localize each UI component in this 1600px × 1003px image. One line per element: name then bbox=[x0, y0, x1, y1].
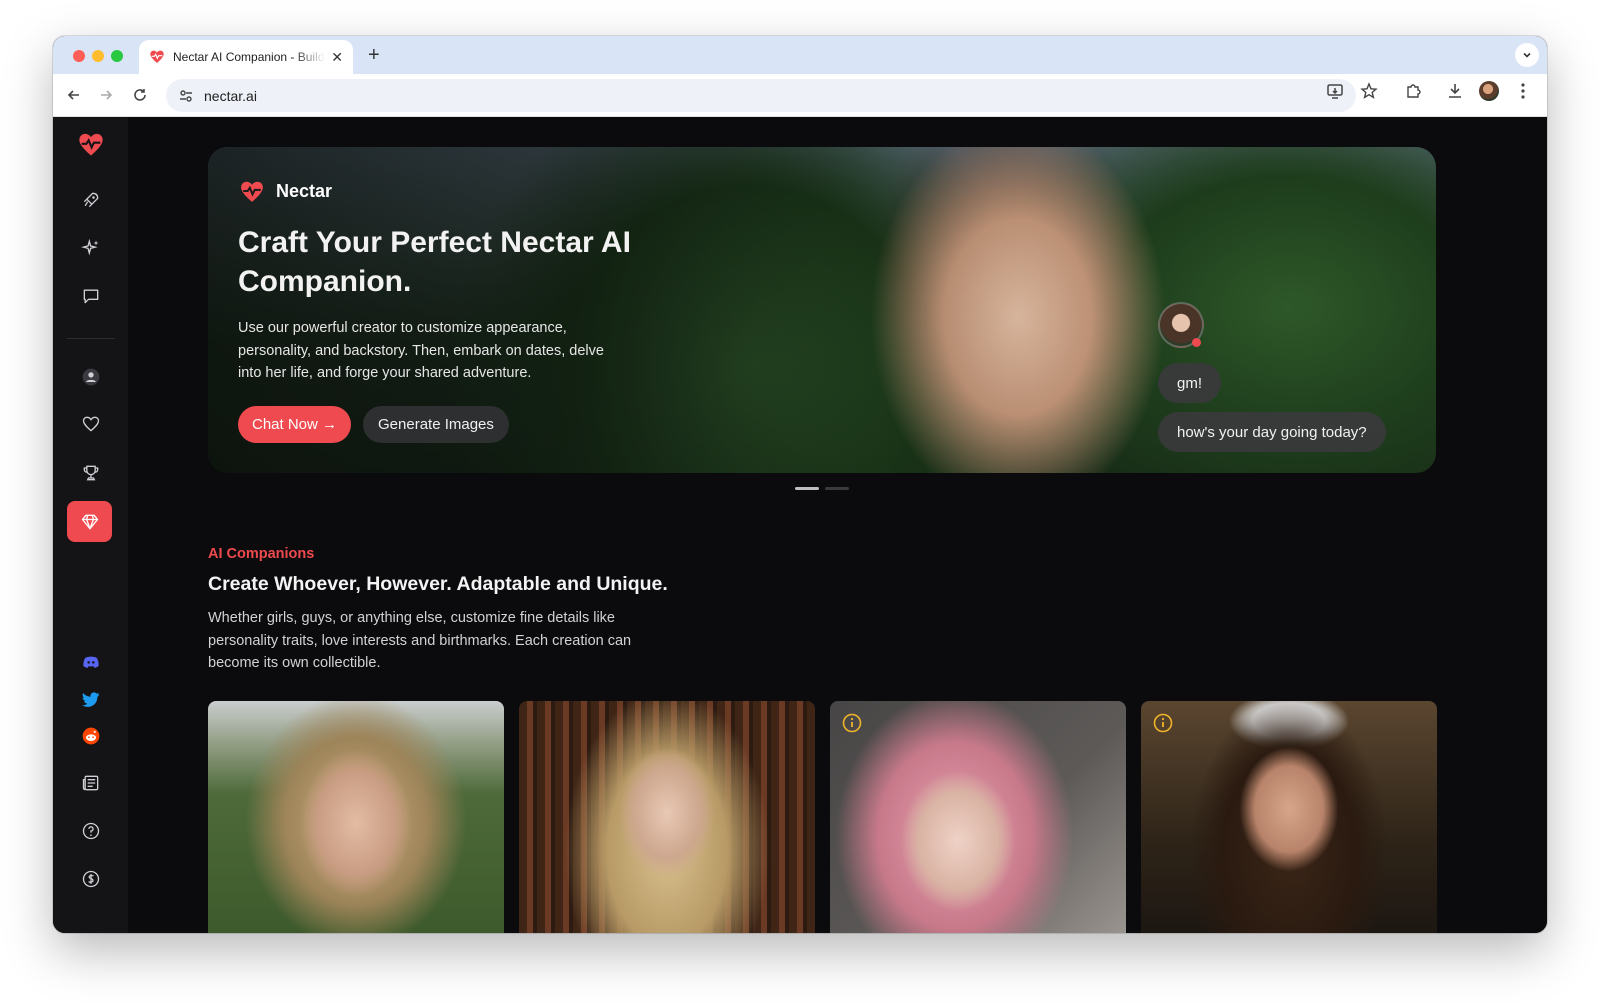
install-app-icon[interactable] bbox=[1325, 81, 1345, 101]
hero-brand-name: Nectar bbox=[276, 180, 333, 201]
tab-strip: Nectar AI Companion - Build Your Own ✕ + bbox=[53, 36, 1547, 74]
heart-icon[interactable] bbox=[71, 404, 111, 444]
trophy-icon[interactable] bbox=[71, 453, 111, 493]
hero-brand: Nectar bbox=[238, 179, 332, 203]
hero-banner: Nectar Craft Your Perfect Nectar AI Comp… bbox=[208, 147, 1436, 473]
news-icon[interactable] bbox=[71, 763, 111, 803]
bookmark-star-icon[interactable] bbox=[1359, 81, 1379, 101]
toolbar-actions bbox=[1325, 81, 1533, 101]
browser-window: Nectar AI Companion - Build Your Own ✕ +… bbox=[53, 36, 1547, 933]
rocket-icon[interactable] bbox=[71, 180, 111, 220]
coin-icon[interactable] bbox=[71, 859, 111, 899]
carousel-dot-1[interactable] bbox=[795, 487, 819, 490]
site-settings-icon[interactable] bbox=[178, 88, 194, 104]
sparkles-icon[interactable] bbox=[71, 228, 111, 268]
extensions-icon[interactable] bbox=[1403, 81, 1423, 101]
browser-toolbar: nectar.ai bbox=[53, 74, 1547, 117]
section-description: Whether girls, guys, or anything else, c… bbox=[208, 610, 632, 671]
minimize-window-button[interactable] bbox=[92, 50, 104, 62]
gem-icon[interactable] bbox=[67, 501, 112, 542]
chat-bubble: how's your day going today? bbox=[1158, 412, 1386, 452]
profile-avatar[interactable] bbox=[1479, 81, 1499, 101]
reload-icon[interactable] bbox=[129, 84, 151, 106]
twitter-icon[interactable] bbox=[71, 679, 111, 719]
companion-card[interactable] bbox=[208, 701, 504, 933]
tab-title: Nectar AI Companion - Build Your Own bbox=[173, 50, 325, 64]
page-content: Nectar Craft Your Perfect Nectar AI Comp… bbox=[53, 117, 1547, 933]
address-bar[interactable]: nectar.ai bbox=[166, 79, 1356, 112]
browser-tab[interactable]: Nectar AI Companion - Build Your Own ✕ bbox=[139, 40, 353, 74]
companion-cards bbox=[208, 701, 1437, 933]
chat-icon[interactable] bbox=[71, 276, 111, 316]
maximize-window-button[interactable] bbox=[111, 50, 123, 62]
user-icon[interactable] bbox=[71, 357, 111, 397]
section-title: Create Whoever, However. Adaptable and U… bbox=[208, 573, 668, 595]
companion-card[interactable] bbox=[830, 701, 1126, 933]
logo-icon[interactable] bbox=[71, 125, 111, 165]
generate-images-button[interactable]: Generate Images bbox=[363, 406, 509, 443]
carousel-dot-2[interactable] bbox=[825, 487, 849, 490]
chat-bubble: gm! bbox=[1158, 363, 1222, 403]
forward-arrow-icon[interactable] bbox=[95, 84, 117, 106]
close-window-button[interactable] bbox=[73, 50, 85, 62]
reddit-icon[interactable] bbox=[71, 716, 111, 756]
download-icon[interactable] bbox=[1445, 81, 1465, 101]
info-icon[interactable] bbox=[1153, 713, 1173, 733]
companion-card[interactable] bbox=[519, 701, 815, 933]
companion-card[interactable] bbox=[1141, 701, 1437, 933]
back-arrow-icon[interactable] bbox=[63, 84, 85, 106]
help-icon[interactable] bbox=[71, 811, 111, 851]
url-text: nectar.ai bbox=[204, 87, 257, 104]
new-tab-button[interactable]: + bbox=[368, 44, 380, 67]
hero-description: Use our powerful creator to customize ap… bbox=[238, 320, 604, 381]
chat-now-button[interactable]: Chat Now → bbox=[238, 406, 352, 443]
tab-search-chevron-icon[interactable] bbox=[1515, 43, 1539, 67]
carousel-indicators bbox=[795, 487, 849, 490]
sidebar-divider bbox=[67, 338, 115, 339]
discord-icon[interactable] bbox=[71, 642, 111, 682]
section-eyebrow: AI Companions bbox=[208, 546, 315, 562]
hero-title: Craft Your Perfect Nectar AI Companion. bbox=[238, 226, 631, 298]
more-menu-icon[interactable] bbox=[1513, 81, 1533, 101]
online-status-dot bbox=[1192, 338, 1201, 347]
nectar-favicon-icon bbox=[150, 50, 164, 63]
info-icon[interactable] bbox=[842, 713, 862, 733]
tab-close-icon[interactable]: ✕ bbox=[331, 49, 343, 66]
sidebar bbox=[53, 117, 128, 933]
nectar-logo-icon bbox=[241, 181, 263, 202]
